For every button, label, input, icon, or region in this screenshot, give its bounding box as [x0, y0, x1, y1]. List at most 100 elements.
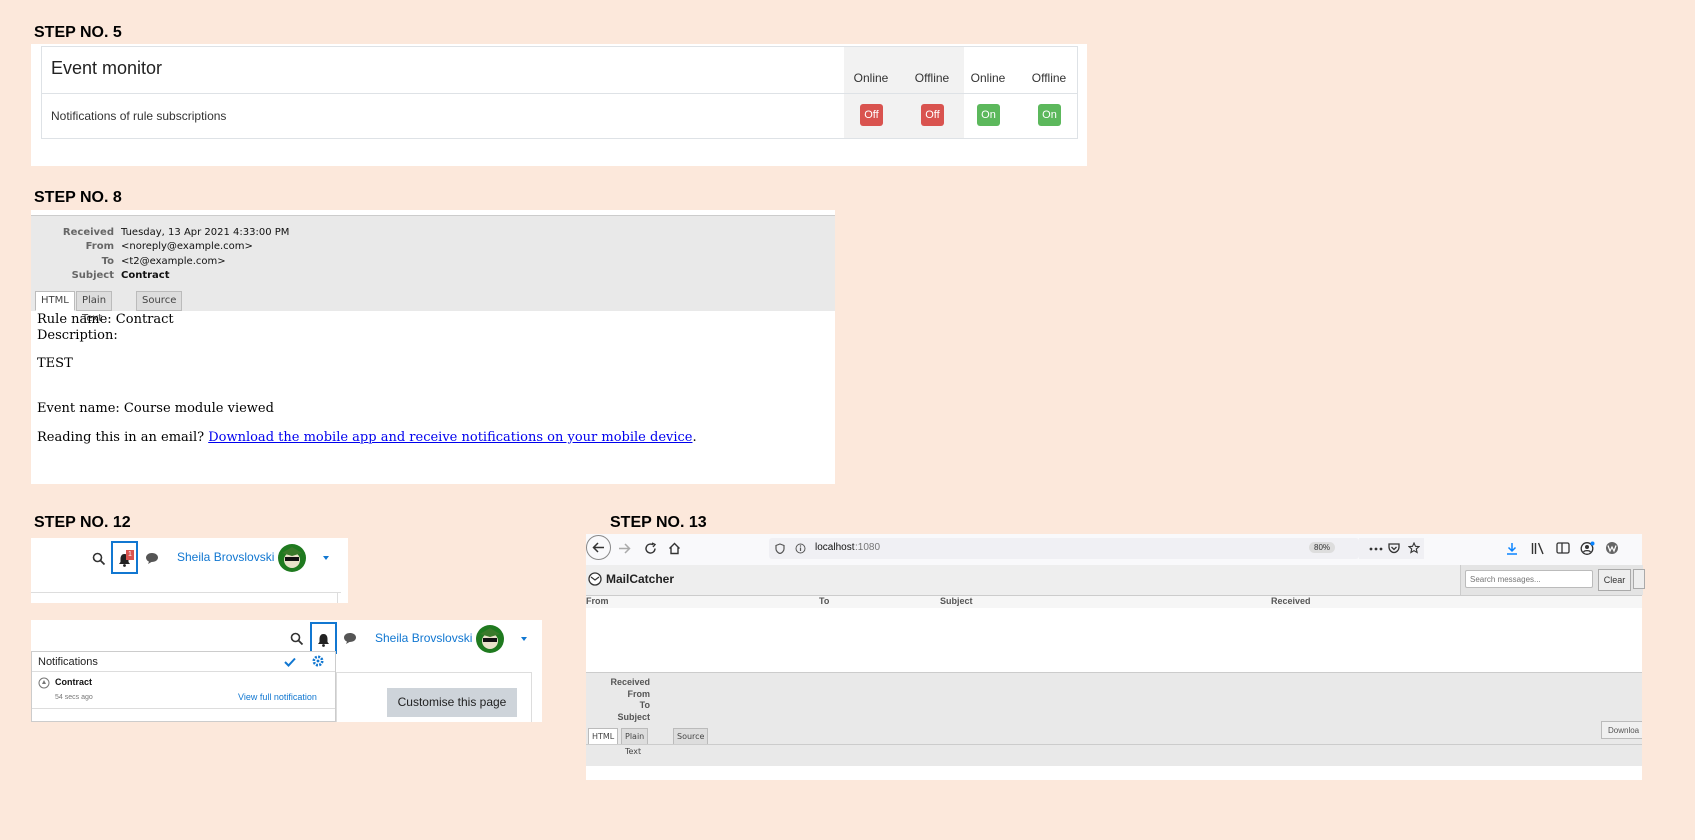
- pocket-icon[interactable]: [1388, 542, 1400, 554]
- navbar-closed: 1 Sheila Brovslovski: [31, 538, 348, 603]
- divider: [42, 93, 1077, 94]
- body-line-mobile: Reading this in an email? Download the m…: [37, 430, 697, 445]
- event-monitor-table: Event monitor Online Offline Online Offl…: [41, 46, 1078, 139]
- arrow-left-icon: [592, 542, 604, 553]
- tab-plain-text[interactable]: Plain Text: [621, 728, 649, 756]
- home-icon[interactable]: [668, 542, 681, 555]
- meta-from-label: From: [627, 689, 651, 699]
- search-icon[interactable]: [290, 632, 304, 646]
- to-label: To: [101, 256, 114, 267]
- step-13-title: STEP NO. 13: [610, 514, 707, 531]
- notifications-title: Notifications: [38, 656, 98, 668]
- user-avatar[interactable]: [476, 625, 504, 653]
- body-line-test: TEST: [37, 356, 73, 371]
- meta-bottom-divider: [586, 744, 1642, 745]
- mark-all-read-check-icon[interactable]: [284, 657, 296, 667]
- mailcatcher-header: MailCatcher Clear: [586, 565, 1645, 596]
- navbar-open: Sheila Brovslovski Notifications Contrac…: [31, 620, 542, 722]
- notification-item-title[interactable]: Contract: [55, 677, 92, 687]
- user-menu-chevron-down-icon[interactable]: [323, 556, 329, 560]
- notifications-popover: Notifications Contract 54 secs ago View …: [31, 651, 336, 722]
- toggle-online-on-button[interactable]: On: [977, 104, 1000, 126]
- sidebar-icon[interactable]: [1556, 542, 1570, 554]
- library-icon[interactable]: [1531, 542, 1545, 555]
- clear-button[interactable]: Clear: [1598, 569, 1631, 591]
- tab-source[interactable]: Source: [136, 291, 183, 311]
- step-12-title: STEP NO. 12: [34, 514, 131, 531]
- body-line-event: Event name: Course module viewed: [37, 401, 274, 416]
- download-icon[interactable]: [1506, 542, 1518, 555]
- popover-bottom-divider: [32, 708, 335, 709]
- toggle-offline-on-button[interactable]: On: [1038, 104, 1061, 126]
- mobile-app-link[interactable]: Download the mobile app and receive noti…: [208, 430, 692, 445]
- zoom-badge[interactable]: 80%: [1309, 542, 1336, 553]
- message-list-header: From To Subject Received: [586, 596, 1642, 608]
- search-messages-input[interactable]: [1465, 570, 1593, 588]
- column-header-online: Online: [970, 71, 1006, 85]
- shield-icon: [775, 543, 785, 554]
- message-icon[interactable]: [343, 632, 357, 645]
- search-icon[interactable]: [92, 552, 106, 566]
- column-to[interactable]: To: [819, 596, 829, 606]
- url-port: :1080: [855, 542, 881, 553]
- tab-html[interactable]: HTML: [588, 728, 619, 745]
- column-header-offline: Offline: [914, 71, 950, 85]
- column-from[interactable]: From: [586, 596, 609, 606]
- user-name[interactable]: Sheila Brovslovski: [375, 631, 472, 645]
- tab-plain-text[interactable]: Plain Text: [76, 291, 113, 324]
- arrow-right-icon[interactable]: [618, 543, 631, 554]
- navbar-divider: [31, 592, 341, 593]
- email-header: Received Tuesday, 13 Apr 2021 4:33:00 PM…: [31, 215, 835, 324]
- star-bookmark-icon[interactable]: [1408, 542, 1420, 554]
- notification-item-time: 54 secs ago: [55, 694, 93, 701]
- browser-toolbar: localhost:1080 80%: [586, 534, 1642, 565]
- extension-icon[interactable]: [1605, 541, 1619, 555]
- browser-window: localhost:1080 80% MailCatcher Clear Fro…: [586, 534, 1645, 780]
- reload-icon[interactable]: [644, 542, 657, 555]
- user-name[interactable]: Sheila Brovslovski: [177, 550, 274, 564]
- body-line-description: Description:: [37, 328, 118, 343]
- event-monitor-panel: Event monitor Online Offline Online Offl…: [31, 44, 1087, 166]
- event-monitor-title: Event monitor: [51, 58, 163, 78]
- subject-label: Subject: [71, 270, 114, 281]
- account-icon[interactable]: [1580, 541, 1595, 556]
- user-menu-chevron-down-icon[interactable]: [521, 637, 527, 641]
- step-5-title: STEP NO. 5: [34, 24, 122, 41]
- cut-off-button[interactable]: [1633, 569, 1645, 589]
- notification-bell-button[interactable]: 1: [111, 541, 138, 574]
- download-button[interactable]: Downloa: [1601, 721, 1642, 739]
- more-actions-icon[interactable]: [1369, 547, 1383, 551]
- notification-settings-gear-icon[interactable]: [312, 655, 324, 667]
- back-button[interactable]: [586, 535, 611, 560]
- url-bar[interactable]: localhost:1080 80%: [769, 538, 1359, 559]
- customise-page-button[interactable]: Customise this page: [387, 688, 517, 717]
- meta-subject-label: Subject: [617, 712, 650, 722]
- notification-bell-button[interactable]: [310, 622, 337, 654]
- mailcatcher-title: MailCatcher: [606, 572, 675, 586]
- user-avatar[interactable]: [278, 544, 306, 572]
- message-icon[interactable]: [145, 552, 159, 565]
- toggle-offline-off-button[interactable]: Off: [921, 104, 944, 126]
- to-value: <t2@example.com>: [121, 256, 226, 267]
- toggle-online-off-button[interactable]: Off: [860, 104, 883, 126]
- message-meta: Received From To Subject HTML Plain Text…: [586, 672, 1642, 766]
- navbar-bottom-edge: [337, 592, 338, 603]
- column-header-offline: Offline: [1031, 71, 1067, 85]
- column-received[interactable]: Received: [1271, 596, 1311, 606]
- view-full-notification-link[interactable]: View full notification: [238, 692, 317, 702]
- notification-badge: 1: [126, 550, 134, 560]
- row-label: Notifications of rule subscriptions: [51, 109, 227, 123]
- bell-icon: [318, 634, 329, 647]
- avatar-face-icon: [282, 547, 302, 568]
- subject-value: Contract: [121, 270, 170, 281]
- from-label: From: [85, 241, 114, 252]
- notification-item-icon: [38, 677, 50, 689]
- avatar-face-icon: [480, 628, 500, 649]
- info-icon[interactable]: [795, 543, 806, 554]
- column-subject[interactable]: Subject: [940, 596, 973, 606]
- email-viewer: Received Tuesday, 13 Apr 2021 4:33:00 PM…: [31, 210, 835, 484]
- mobile-suffix: .: [692, 430, 697, 445]
- meta-to-label: To: [639, 700, 650, 710]
- tab-html[interactable]: HTML: [35, 291, 75, 311]
- tab-source[interactable]: Source: [673, 728, 709, 745]
